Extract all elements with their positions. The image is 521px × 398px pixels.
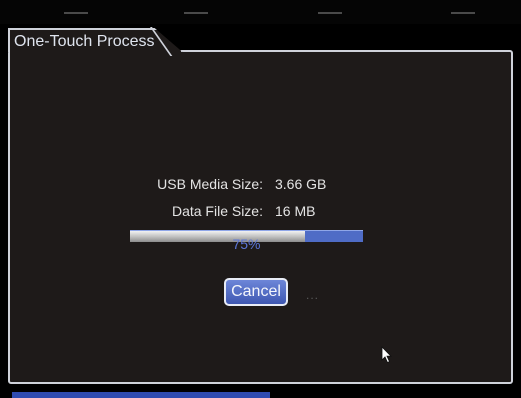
usb-media-size-label: USB Media Size: — [157, 176, 263, 192]
progress-percent-label: 75% — [232, 236, 261, 252]
cancel-button[interactable]: Cancel — [224, 278, 288, 306]
screen: One-Touch Process USB Media Size: 3.66 G… — [0, 0, 521, 398]
bottom-status-bar — [12, 392, 270, 398]
tab-joint — [10, 49, 158, 53]
usb-media-size-value: 3.66 GB — [275, 176, 327, 192]
data-file-size-label: Data File Size: — [171, 203, 263, 219]
mouse-pointer-icon — [381, 346, 392, 364]
top-strip-mark — [184, 12, 208, 14]
window-title: One-Touch Process — [14, 33, 155, 50]
top-strip-mark — [64, 12, 88, 14]
data-file-size-value: 16 MB — [275, 203, 316, 219]
activity-dots: ... — [306, 288, 320, 302]
top-strip-mark — [318, 12, 342, 14]
top-strip — [0, 0, 521, 24]
top-strip-mark — [451, 12, 475, 14]
